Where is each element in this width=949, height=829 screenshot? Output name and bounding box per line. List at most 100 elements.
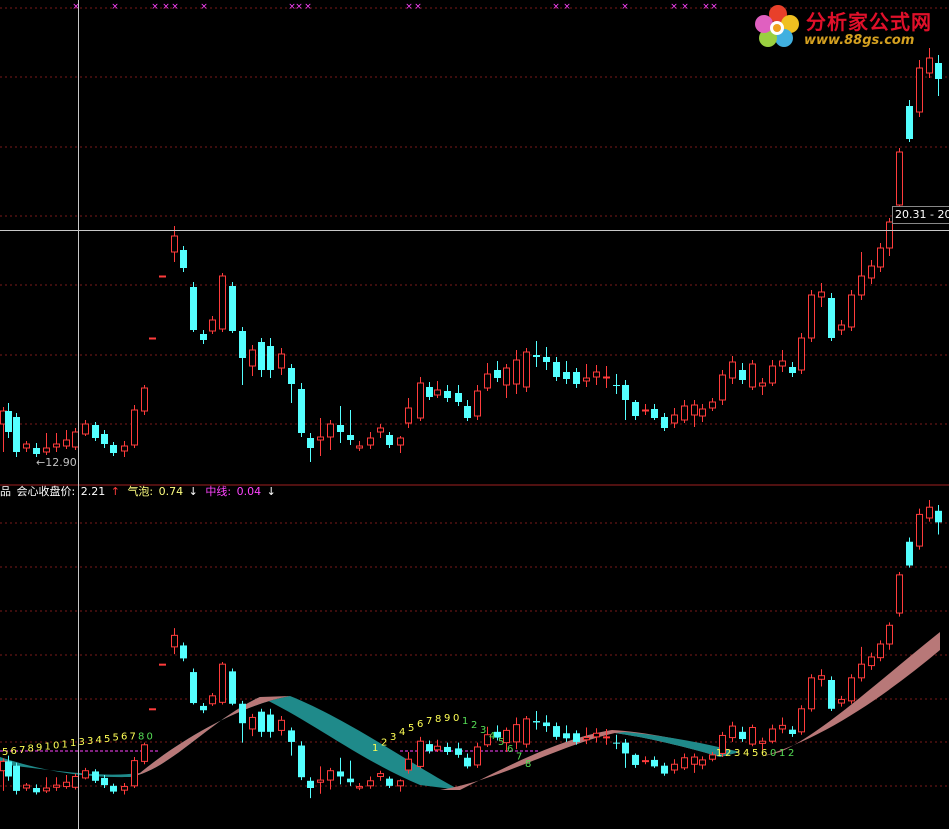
signal-x-marker: × (200, 2, 208, 12)
signal-x-marker: × (405, 2, 413, 12)
sequence-number: 2 (725, 748, 731, 759)
candle-body (759, 740, 766, 744)
sequence-number: 2 (471, 720, 477, 731)
candle-body (681, 405, 688, 421)
sequence-number: 4 (399, 727, 405, 738)
sequence-number: 0 (770, 748, 776, 759)
candle-body (53, 784, 60, 788)
sequence-number: 8 (138, 732, 144, 743)
candle-body (171, 634, 178, 648)
signal-x-marker: × (710, 2, 718, 12)
candle-body (838, 698, 845, 704)
candle-body (434, 745, 441, 751)
up-arrow-icon: ↑ (110, 485, 120, 498)
candle-body (405, 758, 412, 771)
sequence-number: 4 (489, 731, 495, 742)
stock-chart-canvas[interactable]: × × × × × × × × × × × × × × × × × × 5 6 7 8 9 1 0 1 1 3 3 4 5 5 6 7 8 012 3… (0, 0, 949, 829)
candle-body (317, 436, 324, 441)
candle-body (818, 291, 825, 298)
candle-body (426, 744, 433, 752)
candle-body (553, 362, 560, 377)
candle-body (249, 716, 256, 730)
candle-body (405, 407, 412, 424)
sequence-number: 3 (390, 732, 396, 743)
candle-body (543, 357, 550, 362)
candle-body (337, 771, 344, 777)
candle-body (171, 235, 178, 253)
candle-body (553, 726, 560, 737)
candle-body (317, 779, 324, 783)
candle-body (43, 447, 50, 453)
candle-body (72, 431, 79, 448)
candle-body (219, 663, 226, 703)
sequence-number: 5 (408, 723, 414, 734)
candle-body (455, 748, 462, 755)
candle-body (749, 363, 756, 388)
candle-body (63, 781, 70, 788)
sub-candles[interactable] (0, 500, 943, 799)
candle-body (729, 361, 736, 379)
candle-body (278, 719, 285, 731)
candle-body (159, 663, 166, 666)
candle-body (327, 423, 334, 438)
candle-body (249, 349, 256, 367)
candle-body (769, 728, 776, 742)
candle-body (426, 387, 433, 397)
sequence-number: 6 (11, 746, 17, 757)
candle-body (92, 425, 99, 438)
candle-body (759, 382, 766, 387)
candle-body (190, 672, 197, 704)
sequence-number: 1 (779, 748, 785, 759)
signal-x-marker: × (151, 2, 159, 12)
candle-body (503, 367, 510, 386)
candle-body (848, 294, 855, 328)
candle-body (288, 730, 295, 742)
candle-body (484, 373, 491, 389)
candle-body (141, 387, 148, 412)
candle-body (642, 760, 649, 763)
sequence-number: 3 (79, 737, 85, 748)
info-value: 0.04 (236, 485, 262, 498)
candle-body (141, 744, 148, 762)
candle-body (180, 250, 187, 268)
candle-body (82, 770, 89, 779)
candle-body (356, 445, 363, 449)
candle-body (661, 765, 668, 774)
candle-body (474, 390, 481, 417)
candle-body (131, 409, 138, 446)
candle-body (622, 742, 629, 754)
sequence-number: 1 (70, 738, 76, 749)
candle-body (691, 756, 698, 765)
candle-body (121, 786, 128, 791)
signal-x-marker: × (670, 2, 678, 12)
candle-body (397, 780, 404, 787)
sequence-number: 5 (2, 747, 8, 758)
candle-body (53, 443, 60, 448)
signal-x-marker: × (681, 2, 689, 12)
candle-body (838, 324, 845, 331)
candle-body (367, 437, 374, 446)
candle-body (200, 705, 207, 711)
candle-body (347, 778, 354, 783)
candle-body (307, 438, 314, 448)
signal-x-marker: × (295, 2, 303, 12)
candle-body (386, 435, 393, 445)
logo-url: www.88gs.com (804, 33, 915, 48)
candle-body (444, 391, 451, 398)
sequence-number: 1 (62, 739, 68, 750)
info-item-bubble: 气泡: 0.74 ↓ (127, 485, 203, 498)
candle-body (613, 385, 620, 386)
candle-body (367, 780, 374, 787)
main-candles[interactable] (0, 48, 943, 462)
signal-x-marker: × (171, 2, 179, 12)
sequence-number: 0 (53, 740, 59, 751)
info-item-midline: 中线: 0.04 ↓ (205, 485, 277, 498)
candle-body (808, 677, 815, 710)
candle-body (397, 437, 404, 446)
indicator-info-line: 品 会心收盘价: 2.21 ↑ 气泡: 0.74 ↓ 中线: 0.04 ↓ (0, 484, 280, 500)
candle-body (494, 370, 501, 378)
sequence-number: 8 (28, 744, 34, 755)
candle-body (848, 677, 855, 702)
candle-body (434, 389, 441, 396)
candle-body (101, 777, 108, 786)
